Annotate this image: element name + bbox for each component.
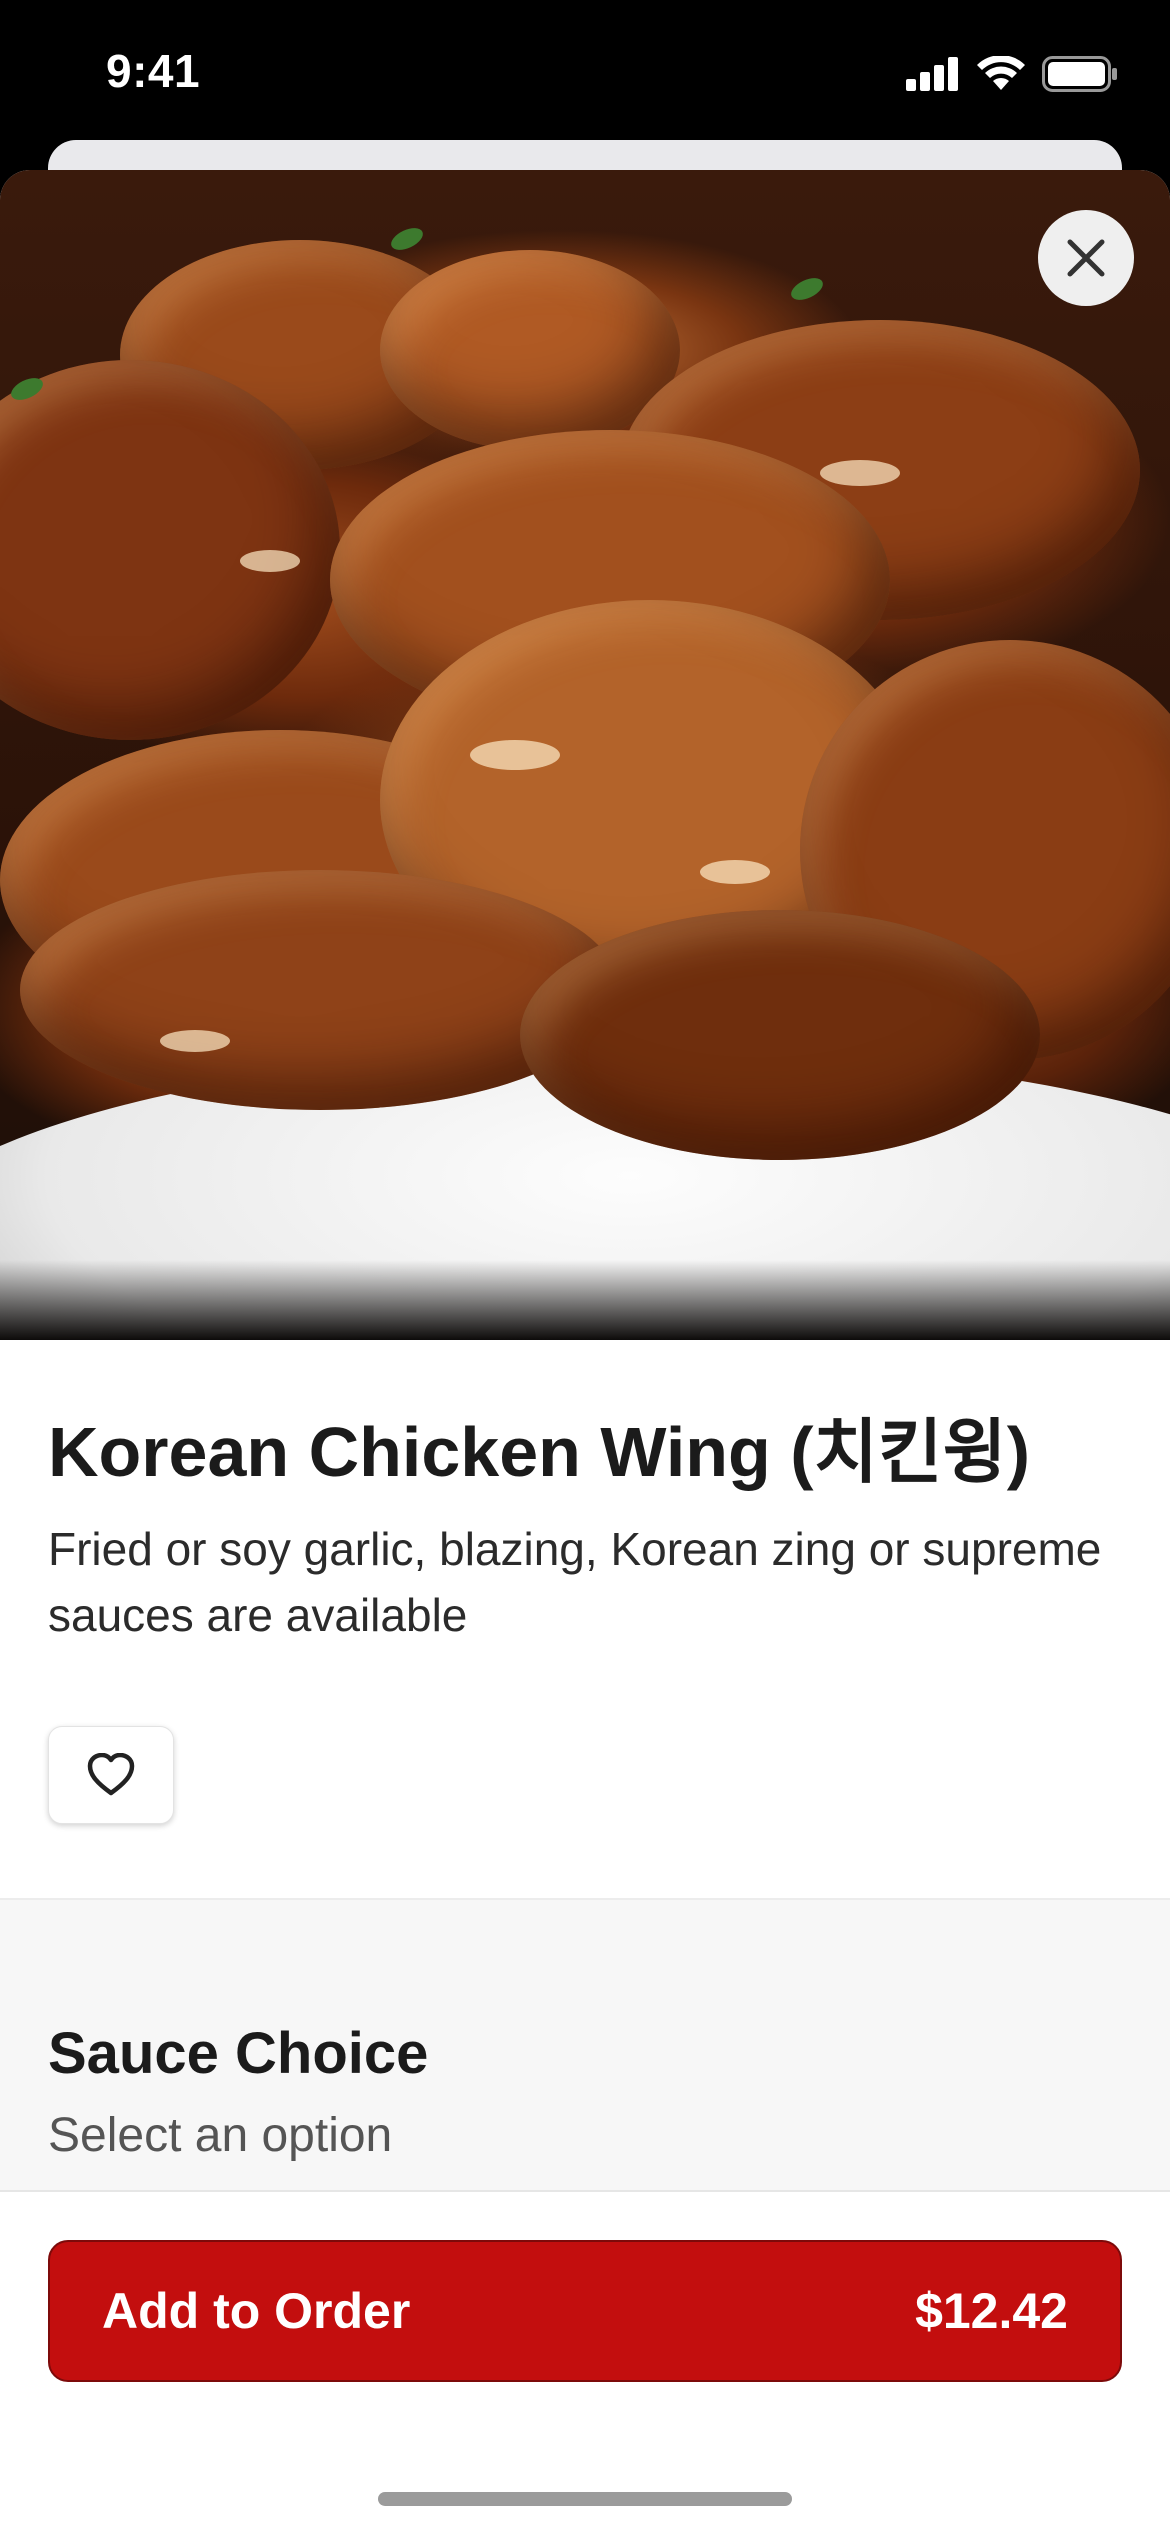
sauce-choice-section: Sauce Choice Select an option — [0, 1900, 1170, 2200]
battery-icon — [1042, 56, 1117, 92]
wifi-icon — [977, 56, 1025, 90]
status-bar: 9:41 — [0, 0, 1170, 150]
home-indicator — [378, 2492, 792, 2506]
heart-icon — [87, 1753, 135, 1796]
favorite-button[interactable] — [48, 1726, 174, 1824]
status-icons — [906, 56, 1118, 92]
section-subtitle: Select an option — [48, 2109, 393, 2162]
close-button[interactable] — [1038, 210, 1134, 306]
add-to-order-button[interactable]: Add to Order $12.42 — [48, 2240, 1122, 2382]
add-to-order-label: Add to Order — [102, 2283, 411, 2339]
price-label: $12.42 — [915, 2283, 1068, 2339]
item-info: Korean Chicken Wing (치킨윙) Fried or soy g… — [48, 1410, 1122, 1648]
item-title: Korean Chicken Wing (치킨윙) — [48, 1413, 1031, 1491]
signal-icon — [906, 57, 958, 91]
status-time: 9:41 — [106, 45, 201, 97]
order-footer: Add to Order $12.42 — [0, 2190, 1170, 2532]
item-photo — [0, 170, 1170, 1340]
section-title: Sauce Choice — [48, 2021, 429, 2086]
close-icon — [1067, 239, 1105, 277]
item-description: Fried or soy garlic, blazing, Korean zin… — [48, 1523, 1102, 1641]
item-detail-sheet: Korean Chicken Wing (치킨윙) Fried or soy g… — [0, 170, 1170, 2532]
